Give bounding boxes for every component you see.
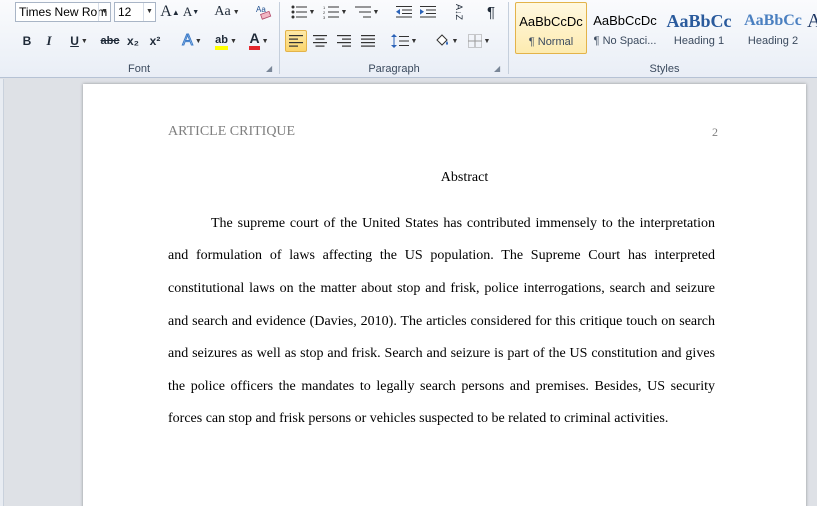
- document-page[interactable]: ARTICLE CRITIQUE 2 Abstract The supreme …: [83, 84, 806, 506]
- align-left-button[interactable]: [285, 30, 307, 52]
- justify-icon: [361, 35, 375, 47]
- borders-button[interactable]: ▼: [464, 30, 494, 52]
- page-number: 2: [712, 125, 718, 139]
- bold-icon: B: [22, 34, 32, 48]
- grow-font-icon: A: [160, 3, 172, 20]
- paint-bucket-icon: [435, 34, 448, 46]
- style-sample: A: [807, 10, 817, 32]
- style-name: Heading 2: [747, 35, 799, 47]
- pilcrow-icon: ¶: [486, 3, 496, 21]
- subscript-button[interactable]: x₂: [124, 30, 142, 52]
- svg-text:3: 3: [323, 15, 326, 19]
- strikethrough-icon: abc: [100, 35, 120, 47]
- font-size-box[interactable]: 12 ▼: [114, 2, 156, 22]
- align-right-button[interactable]: [333, 30, 355, 52]
- shading-button[interactable]: ▼: [430, 30, 462, 52]
- bullets-button[interactable]: ▼: [288, 1, 318, 23]
- style-name: ¶ Normal: [528, 36, 574, 48]
- line-spacing-button[interactable]: ▼: [388, 30, 420, 52]
- clear-formatting-button[interactable]: Aa: [253, 1, 275, 23]
- ribbon: Times New Rom ▼ 12 ▼ A▲ A▼ Aa▼ Aa B I: [0, 0, 817, 78]
- font-color-icon: A: [249, 31, 260, 50]
- align-center-button[interactable]: [309, 30, 331, 52]
- dialog-launcher-icon[interactable]: ◢: [266, 65, 274, 73]
- paragraph-line: the police officers the mandates to lega…: [168, 379, 715, 394]
- shrink-font-button[interactable]: A ▼: [182, 1, 200, 23]
- style-normal[interactable]: AaBbCcDc ¶ Normal: [515, 2, 587, 54]
- style-sample: AaBbCcDc: [593, 13, 657, 28]
- multilevel-list-button[interactable]: ▼: [352, 1, 382, 23]
- multilevel-list-icon: [354, 6, 371, 18]
- paragraph-group: ▼ 1 2 3 ▼ ▼ A↓Z ¶ ▼ ▼ ▼ Paragraph ◢: [280, 0, 508, 78]
- borders-icon: [467, 34, 482, 48]
- styles-group: AaBbCcDc ¶ Normal AaBbCcDc ¶ No Spaci...…: [512, 0, 817, 78]
- vertical-ruler[interactable]: [0, 79, 4, 506]
- paragraph-line: and seizures as well as stop and frisk. …: [168, 346, 715, 361]
- italic-icon: I: [46, 33, 52, 48]
- header-title: ARTICLE CRITIQUE: [168, 124, 296, 139]
- style-sample: AaBbCc: [744, 12, 802, 29]
- style-name: ¶ No Spaci...: [593, 35, 657, 47]
- increase-indent-icon: [420, 6, 436, 18]
- paragraph-line: and formulation of laws affecting the US…: [168, 248, 715, 263]
- font-name-box[interactable]: Times New Rom ▼: [15, 2, 111, 22]
- style-heading-2[interactable]: AaBbCc Heading 2: [737, 2, 809, 54]
- numbering-button[interactable]: 1 2 3 ▼: [320, 1, 350, 23]
- grow-font-button[interactable]: A ▲: [160, 1, 180, 23]
- italic-button[interactable]: I: [40, 30, 58, 52]
- paragraph-line: and search and evidence (Davies, 2010). …: [168, 314, 715, 329]
- style-sample: AaBbCc: [666, 11, 732, 31]
- paragraph-line: constitutional laws on the matter about …: [168, 281, 715, 296]
- font-color-button[interactable]: A ▼: [244, 30, 274, 52]
- decrease-indent-icon: [396, 6, 412, 18]
- shrink-font-icon: A: [182, 4, 193, 19]
- paragraph-line: The supreme court of the United States h…: [211, 216, 715, 231]
- font-group-label: Font: [127, 63, 150, 75]
- styles-group-label: Styles: [649, 63, 680, 75]
- increase-indent-button[interactable]: [418, 1, 438, 23]
- bullets-icon: [291, 5, 307, 19]
- numbering-icon: 1 2 3: [323, 5, 339, 19]
- sort-icon: A↓Z: [454, 3, 464, 20]
- align-left-icon: [289, 35, 303, 47]
- clear-formatting-icon: Aa: [256, 5, 272, 20]
- abstract-heading: Abstract: [440, 170, 489, 185]
- style-heading-1[interactable]: AaBbCc Heading 1: [663, 2, 735, 54]
- change-case-icon: Aa: [214, 4, 231, 19]
- underline-button[interactable]: U ▼: [63, 30, 95, 52]
- font-name-value: Times New Rom: [19, 5, 108, 19]
- superscript-icon: x²: [149, 34, 161, 48]
- bold-button[interactable]: B: [18, 30, 36, 52]
- text-effects-button[interactable]: A ▼: [178, 30, 206, 52]
- style-no-spacing[interactable]: AaBbCcDc ¶ No Spaci...: [589, 2, 661, 54]
- chevron-down-icon[interactable]: ▼: [98, 3, 110, 21]
- paragraph-group-label: Paragraph: [368, 63, 420, 75]
- sort-button[interactable]: A↓Z: [448, 1, 470, 23]
- highlight-button[interactable]: ab ▼: [210, 30, 242, 52]
- strikethrough-button[interactable]: abc: [99, 30, 121, 52]
- superscript-button[interactable]: x²: [146, 30, 164, 52]
- dialog-launcher-icon[interactable]: ◢: [494, 65, 502, 73]
- style-title[interactable]: A: [807, 2, 817, 54]
- style-sample: AaBbCcDc: [519, 14, 583, 29]
- style-name: Heading 1: [673, 35, 725, 47]
- highlight-icon: ab: [215, 33, 228, 50]
- align-center-icon: [313, 35, 327, 47]
- font-size-value: 12: [118, 5, 132, 19]
- chevron-down-icon[interactable]: ▼: [143, 3, 155, 21]
- align-right-icon: [337, 35, 351, 47]
- subscript-icon: x₂: [126, 34, 139, 48]
- underline-icon: U: [70, 34, 79, 48]
- show-hide-button[interactable]: ¶: [480, 1, 502, 23]
- change-case-button[interactable]: Aa ▼: [212, 1, 242, 23]
- text-effects-icon: A: [182, 32, 194, 50]
- line-spacing-icon: [390, 34, 409, 48]
- decrease-indent-button[interactable]: [394, 1, 414, 23]
- font-group: Times New Rom ▼ 12 ▼ A▲ A▼ Aa▼ Aa B I: [0, 0, 278, 78]
- paragraph-line: forces can stop and frisk persons or veh…: [168, 411, 669, 426]
- justify-button[interactable]: [357, 30, 379, 52]
